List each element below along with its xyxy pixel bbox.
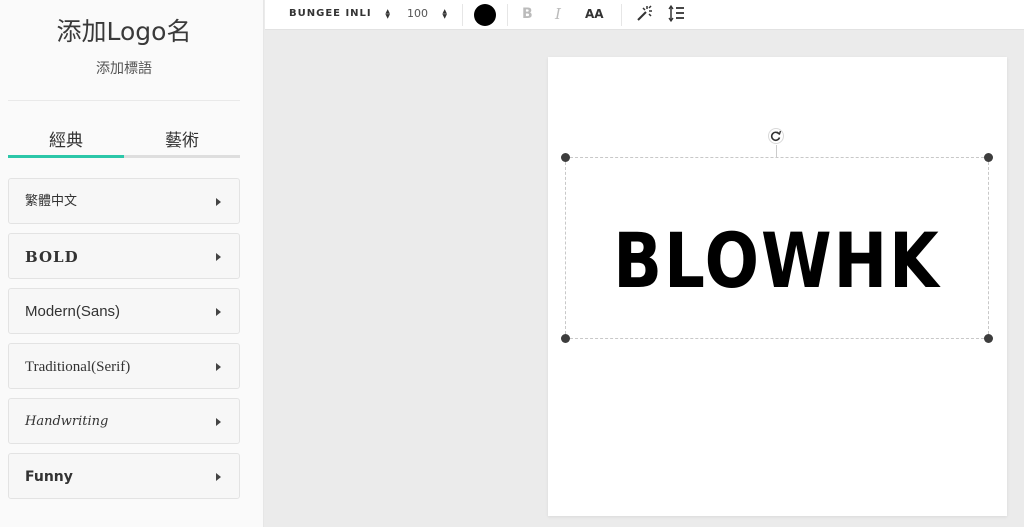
resize-handle-top-right[interactable] [984,153,993,162]
font-category-handwriting[interactable]: Handwriting [8,398,240,444]
left-sidebar: 添加Logo名 添加標語 經典 藝術 繁體中文 BOLD Modern(Sans… [0,0,264,527]
rotate-connector [776,145,777,157]
italic-button[interactable]: I [555,3,561,32]
toolbar-separator [507,4,508,26]
font-category-funny[interactable]: Funny [8,453,240,499]
font-category-label: BOLD [25,248,79,266]
font-size-value: 100 [407,7,428,20]
font-category-label: Funny [25,469,73,485]
font-category-traditional-serif[interactable]: Traditional(Serif) [8,343,240,389]
design-canvas[interactable]: BLOWHK [548,57,1007,516]
resize-handle-top-left[interactable] [561,153,570,162]
text-effects-button[interactable] [635,2,653,21]
line-spacing-icon [668,4,684,23]
resize-handle-bottom-left[interactable] [561,334,570,343]
select-arrows-icon: ▲ ▼ [385,8,391,20]
font-category-label: Traditional(Serif) [25,359,131,375]
font-style-tabs: 經典 藝術 [8,126,240,158]
bold-button[interactable]: B [522,3,533,32]
font-category-label: Handwriting [25,414,109,429]
font-family-value: BUNGEE INLI [289,8,372,19]
logo-slogan-input[interactable]: 添加標語 [0,58,248,78]
text-color-swatch[interactable] [474,4,496,26]
rotate-icon[interactable] [768,128,784,144]
logo-name-input[interactable]: 添加Logo名 [0,12,248,48]
font-category-label: Modern(Sans) [25,303,121,320]
logo-text[interactable]: BLOWHK [575,209,979,315]
uppercase-button[interactable]: AA [585,3,604,32]
chevron-right-icon [216,363,221,371]
font-category-bold[interactable]: BOLD [8,233,240,279]
toolbar-separator [462,4,463,26]
text-toolbar: BUNGEE INLI ▲ ▼ 100 ▲ ▼ B I AA [265,0,1024,30]
line-spacing-button[interactable] [668,2,686,23]
resize-handle-bottom-right[interactable] [984,334,993,343]
chevron-right-icon [216,473,221,481]
toolbar-separator [621,4,622,26]
font-category-traditional-chinese[interactable]: 繁體中文 [8,178,240,224]
text-effects-icon [637,5,652,21]
chevron-right-icon [216,418,221,426]
chevron-right-icon [216,308,221,316]
font-category-modern-sans[interactable]: Modern(Sans) [8,288,240,334]
font-size-select[interactable]: 100 ▲ ▼ [407,3,447,32]
tab-artistic[interactable]: 藝術 [124,126,240,151]
font-category-label: 繁體中文 [25,194,78,209]
sidebar-divider [8,100,240,101]
tab-classic[interactable]: 經典 [8,126,124,151]
font-family-select[interactable]: BUNGEE INLI ▲ ▼ [289,3,391,32]
tab-active-indicator [8,155,124,158]
chevron-right-icon [216,198,221,206]
select-arrows-icon: ▲ ▼ [442,8,447,20]
chevron-right-icon [216,253,221,261]
